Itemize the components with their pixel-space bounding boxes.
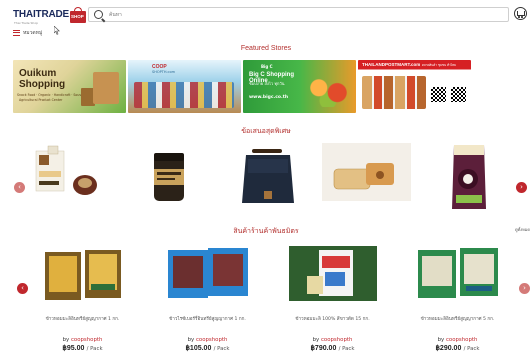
product-image [39,246,127,301]
price-value: ฿290.00 [435,345,462,352]
product-card[interactable]: ข้าวหอมมะลิอินทรีย์สูญญากาศ 5 กก. by coo… [405,246,510,352]
logo-text: THAITRADE [13,9,69,20]
partner-products-title: สินค้าร้านค้าพันธมิตร [233,228,299,235]
price-unit: / Pack [338,346,355,352]
product-price: ฿790.00 / Pack [280,344,385,352]
store-tagline-2: Agricultural Product Center [19,98,63,102]
store-name: THAILANDPOSTMART.com [362,62,421,67]
seller-link[interactable]: coopshopth [321,337,352,343]
promo-image [35,145,97,195]
price-unit: / Pack [86,346,103,352]
product-name[interactable]: ข้าวหอมมะลิอินทรีย์สูญญากาศ 1 กก. [20,316,145,323]
product-seller: by coopshopth [280,337,385,343]
store-name: Ouikum Shopping [19,68,66,90]
price-value: ฿95.00 [62,345,85,352]
shopping-bag-icon: SHOP [69,7,86,23]
search-bar[interactable] [88,7,509,22]
seller-link[interactable]: coopshopth [71,337,102,343]
special-offers-carousel [24,141,502,214]
seller-link[interactable]: coopshopth [446,337,477,343]
promo-next-arrow-icon[interactable]: › [516,182,527,193]
promo-image [452,145,486,209]
by-label: by [437,337,445,343]
hamburger-icon[interactable] [13,30,20,36]
promo-image [242,149,294,203]
promo-image [154,153,184,201]
store-banner-thailandpostmart[interactable]: THAILANDPOSTMART.com ตลาดสินค้า ชุมชน ทั… [358,60,471,113]
category-menu-label[interactable]: หมวดหมู่ [23,29,42,37]
store-banner-coop[interactable]: COOP SHOPTH.com [128,60,241,113]
product-seller: by coopshopth [30,337,135,343]
product-image [414,246,502,301]
search-icon[interactable] [94,10,103,19]
store-tagline: ตลาดสินค้า ชุมชน ทั่วไทย [422,63,456,67]
promo-image [322,143,411,201]
promo-item[interactable] [124,141,213,214]
product-name[interactable]: ข้าวหอมมะลิอินทรีย์สูญญากาศ 5 กก. [395,316,520,323]
product-seller: by coopshopth [155,337,260,343]
category-menu[interactable]: หมวดหมู่ [13,29,42,37]
product-name[interactable]: ข้าวหอมมะลิ 100% สีขาวตัด 15 กก. [270,316,395,323]
logo-subtitle: Thai Trade Shop [14,21,39,25]
product-price: ฿95.00 / Pack [30,344,135,352]
products-prev-arrow-icon[interactable]: ‹ [17,283,28,294]
store-banner-bigc[interactable]: Big C Big C Shopping Online ช้อปง่าย ส่ง… [243,60,356,113]
store-logo: Big C [261,64,273,69]
store-tagline: ช้อปง่าย ส่งไว ทุกวัน [249,81,285,86]
by-label: by [62,337,70,343]
by-label: by [187,337,195,343]
seller-link[interactable]: coopshopth [196,337,227,343]
by-label: by [312,337,320,343]
product-card[interactable]: ข้าวไรซ์เบอร์รี่อินทรีย์สูญญากาศ 1 กก. b… [155,246,260,352]
product-price: ฿105.00 / Pack [155,344,260,352]
price-value: ฿105.00 [185,345,212,352]
product-name[interactable]: ข้าวไรซ์เบอร์รี่อินทรีย์สูญญากาศ 1 กก. [145,316,270,323]
product-seller: by coopshopth [405,337,510,343]
promo-item[interactable] [224,141,313,214]
search-input[interactable] [109,9,499,20]
logo-badge: SHOP [70,14,84,19]
product-image [288,246,377,301]
special-offers-title: ข้อเสนอสุดพิเศษ [241,128,291,135]
cart-icon[interactable] [514,7,527,20]
featured-stores-row: Ouikum Shopping Snack Food · Organic · H… [13,60,473,113]
store-banner-ouikum[interactable]: Ouikum Shopping Snack Food · Organic · H… [13,60,126,113]
product-card[interactable]: ข้าวหอมมะลิ 100% สีขาวตัด 15 กก. by coop… [280,246,385,352]
promo-item[interactable] [424,141,513,214]
price-unit: / Pack [463,346,480,352]
product-shelf-image [134,82,234,108]
products-next-arrow-icon[interactable]: › [519,283,530,294]
product-card[interactable]: ข้าวหอมมะลิอินทรีย์สูญญากาศ 1 กก. by coo… [30,246,135,352]
store-domain: www.bigc.co.th [249,95,289,100]
store-tagline: Snack Food · Organic · Handicraft · Souv… [17,93,88,97]
mouse-cursor-icon [54,26,60,35]
price-unit: / Pack [213,346,230,352]
price-value: ฿790.00 [310,345,337,352]
see-all-link[interactable]: ดูทั้งหมด [515,226,530,233]
fresh-produce-image [305,75,351,107]
store-domain: SHOPTH.com [152,70,176,74]
product-bag-image [93,72,119,104]
product-price: ฿290.00 / Pack [405,344,510,352]
promo-item[interactable] [322,141,411,214]
product-boxes-image [362,76,426,109]
qr-code-icon [430,86,447,103]
promo-item[interactable] [24,141,113,214]
header: THAITRADE SHOP Thai Trade Shop หมวดหมู่ [0,0,532,44]
qr-code-icon [450,86,467,103]
product-image [164,246,252,301]
featured-stores-title: Featured Stores [240,45,292,52]
